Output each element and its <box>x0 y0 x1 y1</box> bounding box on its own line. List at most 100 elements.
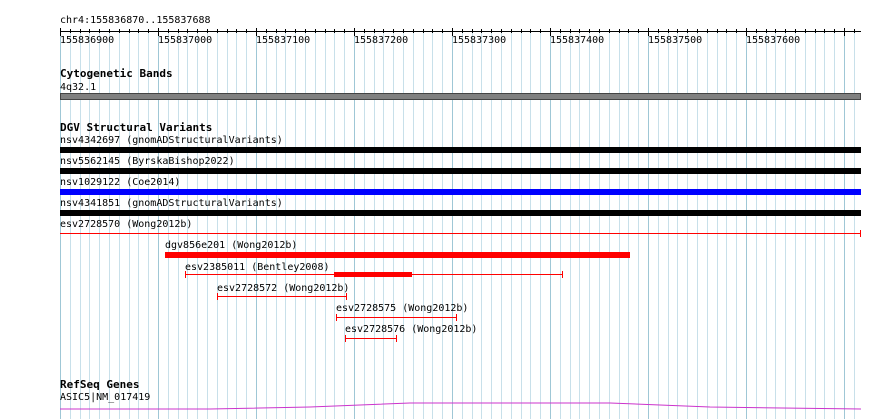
feature-label: nsv1029122 (Coe2014) <box>60 177 181 188</box>
grid-line <box>481 30 482 419</box>
feature-line[interactable] <box>336 317 457 318</box>
ruler-tick <box>148 29 149 33</box>
ruler-tick <box>325 29 326 33</box>
grid-line <box>423 30 424 419</box>
ruler-tick <box>677 29 678 33</box>
grid-line <box>560 30 561 419</box>
feature-endcap <box>346 293 347 300</box>
grid-line <box>805 30 806 419</box>
gene-model[interactable] <box>0 400 890 414</box>
grid-line <box>648 30 649 419</box>
ruler-tick <box>824 29 825 33</box>
ruler-tick <box>805 29 806 33</box>
ruler-tick <box>472 29 473 33</box>
grid-line <box>726 30 727 419</box>
grid-line <box>824 30 825 419</box>
ruler-tick <box>599 29 600 33</box>
grid-line <box>707 30 708 419</box>
ruler-tick <box>540 29 541 33</box>
ruler-tick-label: 155837600 <box>746 35 801 46</box>
feature-label: esv2728572 (Wong2012b) <box>217 283 350 294</box>
feature-line[interactable] <box>60 233 861 234</box>
grid-line <box>491 30 492 419</box>
ruler-tick <box>834 29 835 33</box>
ruler-tick <box>168 29 169 33</box>
grid-line <box>462 30 463 419</box>
ruler-tick <box>315 29 316 33</box>
grid-line <box>619 30 620 419</box>
ruler-tick <box>80 29 81 33</box>
ruler-tick <box>99 29 100 33</box>
grid-line <box>236 30 237 419</box>
ruler-tick-label: 155837200 <box>354 35 409 46</box>
feature-bar[interactable] <box>165 252 630 258</box>
cytoband-label: 4q32.1 <box>60 82 97 93</box>
feature-label: dgv856e201 (Wong2012b) <box>165 240 298 251</box>
grid-line <box>403 30 404 419</box>
grid-line <box>472 30 473 419</box>
feature-line[interactable] <box>217 296 347 297</box>
ruler-tick <box>442 29 443 33</box>
refseq-track-title[interactable]: RefSeq Genes <box>60 379 139 391</box>
grid-line <box>285 30 286 419</box>
grid-line <box>246 30 247 419</box>
feature-bar[interactable] <box>60 168 861 174</box>
feature-thick-segment[interactable] <box>334 272 412 277</box>
grid-line <box>266 30 267 419</box>
ruler-tick-label: 155837400 <box>550 35 605 46</box>
ruler-tick <box>609 29 610 33</box>
grid-line <box>432 30 433 419</box>
grid-line <box>815 30 816 419</box>
grid-line <box>717 30 718 419</box>
ruler-tick <box>707 29 708 33</box>
ruler-tick <box>775 29 776 33</box>
grid-line <box>599 30 600 419</box>
grid-line <box>589 30 590 419</box>
feature-bar[interactable] <box>60 210 861 216</box>
ruler-tick <box>844 28 845 36</box>
grid-line <box>344 30 345 419</box>
dgv-track-title[interactable]: DGV Structural Variants <box>60 122 212 134</box>
ruler-tick <box>481 29 482 33</box>
ruler-tick <box>570 29 571 33</box>
grid-line <box>315 30 316 419</box>
grid-line <box>834 30 835 419</box>
feature-endcap <box>396 335 397 342</box>
grid-line <box>579 30 580 419</box>
grid-line <box>325 30 326 419</box>
ruler-tick <box>266 29 267 33</box>
ruler-tick <box>178 29 179 33</box>
grid-line <box>413 30 414 419</box>
feature-bar[interactable] <box>60 147 861 153</box>
ruler-axis-line <box>60 31 861 32</box>
cytoband-bar[interactable] <box>60 93 861 100</box>
ruler-tick <box>687 29 688 33</box>
ruler-tick <box>403 29 404 33</box>
feature-bar[interactable] <box>60 189 861 195</box>
ruler-tick <box>579 29 580 33</box>
feature-label: esv2385011 (Bentley2008) <box>185 262 330 273</box>
ruler-tick <box>658 29 659 33</box>
grid-line <box>638 30 639 419</box>
ruler-tick <box>854 29 855 33</box>
ruler-tick <box>374 29 375 33</box>
ruler-tick <box>334 29 335 33</box>
ruler-tick <box>511 29 512 33</box>
grid-line <box>511 30 512 419</box>
grid-line <box>256 30 257 419</box>
ruler-tick <box>717 29 718 33</box>
grid-line <box>197 30 198 419</box>
ruler-tick-label: 155837100 <box>256 35 311 46</box>
grid-line <box>736 30 737 419</box>
grid-line <box>364 30 365 419</box>
cytoband-track-title[interactable]: Cytogenetic Bands <box>60 68 173 80</box>
feature-line[interactable] <box>345 338 397 339</box>
ruler-tick <box>364 29 365 33</box>
ruler-tick <box>129 29 130 33</box>
ruler-tick <box>668 29 669 33</box>
ruler-tick <box>207 29 208 33</box>
feature-endcap <box>860 230 861 237</box>
ruler-tick <box>246 29 247 33</box>
grid-line <box>393 30 394 419</box>
grid-line <box>207 30 208 419</box>
